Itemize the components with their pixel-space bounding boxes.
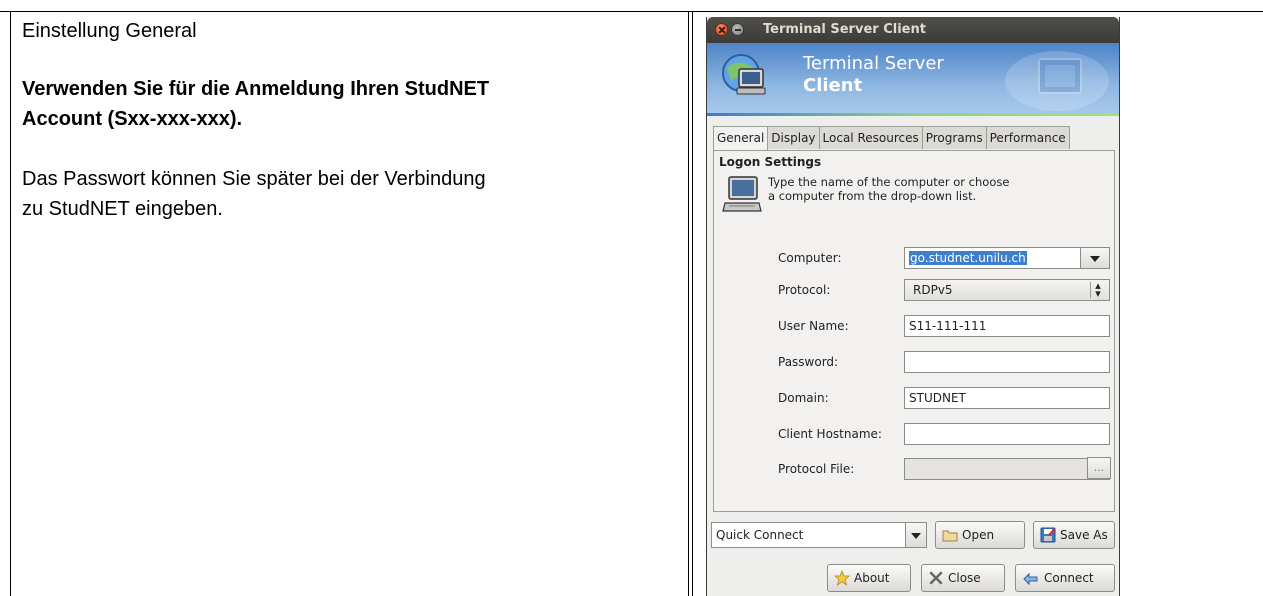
protocol-value: RDPv5 <box>913 283 953 297</box>
quick-connect-combobox[interactable]: Quick Connect <box>711 522 927 548</box>
save-as-button[interactable]: Save As <box>1033 521 1115 549</box>
general-tab-panel: Logon Settings Type the name of the comp… <box>713 150 1115 512</box>
username-input[interactable]: S11-111-111 <box>904 315 1110 337</box>
banner-computer-watermark-icon <box>1005 51 1109 111</box>
table-border-top <box>0 11 1263 12</box>
terminal-server-client-window: Terminal Server Client Terminal Server C… <box>706 17 1120 596</box>
minimize-icon[interactable] <box>731 23 744 36</box>
tab-general[interactable]: General <box>713 126 769 151</box>
banner-title-line2: Client <box>803 75 863 96</box>
domain-input[interactable]: STUDNET <box>904 387 1110 409</box>
tab-performance[interactable]: Performance <box>985 126 1070 149</box>
window-titlebar[interactable]: Terminal Server Client <box>707 17 1119 43</box>
instruction-text-line2: zu StudNET eingeben. <box>22 198 223 220</box>
client-hostname-label: Client Hostname: <box>778 427 882 441</box>
username-label: User Name: <box>778 319 849 333</box>
banner-separator <box>707 113 1119 116</box>
quick-connect-value: Quick Connect <box>716 528 804 542</box>
chevron-down-icon <box>911 533 921 539</box>
quick-connect-dropdown-button[interactable] <box>905 522 927 548</box>
protocol-file-input[interactable] <box>904 458 1110 480</box>
instruction-text-line1: Das Passwort können Sie später bei der V… <box>22 168 486 190</box>
connect-button-label: Connect <box>1044 571 1094 585</box>
instruction-bold-line1: Verwenden Sie für die Anmeldung Ihren St… <box>22 78 490 100</box>
chevron-down-icon <box>1090 256 1100 262</box>
window-title: Terminal Server Client <box>763 22 926 37</box>
info-text-line2: a computer from the drop-down list. <box>768 189 977 203</box>
close-button[interactable]: Close <box>921 564 1005 592</box>
computer-label: Computer: <box>778 251 842 265</box>
computer-combobox[interactable]: go.studnet.unilu.ch <box>904 247 1110 269</box>
instruction-bold: Verwenden Sie für die Anmeldung Ihren St… <box>22 74 682 134</box>
close-icon[interactable] <box>715 23 728 36</box>
instruction-cell: Einstellung General Verwenden Sie für di… <box>22 18 682 224</box>
save-icon <box>1040 527 1056 543</box>
table-border-left <box>10 11 11 596</box>
close-x-icon <box>929 571 943 585</box>
table-divider <box>688 11 689 596</box>
connect-icon <box>1023 572 1038 586</box>
close-button-label: Close <box>948 571 981 585</box>
protocol-file-label: Protocol File: <box>778 462 855 476</box>
password-label: Password: <box>778 355 839 369</box>
connect-button[interactable]: Connect <box>1015 564 1115 592</box>
banner-logo-icon <box>722 54 766 95</box>
protocol-select[interactable]: RDPv5 ▴ ▾ <box>904 279 1110 301</box>
tab-bar: General Display Local Resources Programs… <box>713 126 1070 151</box>
password-input[interactable] <box>904 351 1110 373</box>
banner-title-line1: Terminal Server <box>803 53 944 74</box>
save-as-button-label: Save As <box>1060 528 1108 542</box>
tab-display[interactable]: Display <box>767 126 820 149</box>
instruction-bold-line2: Account (Sxx-xxx-xxx). <box>22 108 243 130</box>
computer-value[interactable]: go.studnet.unilu.ch <box>909 251 1027 265</box>
protocol-file-browse-button[interactable]: ... <box>1087 457 1111 479</box>
section-heading: Einstellung General <box>22 20 197 42</box>
instruction-text: Das Passwort können Sie später bei der V… <box>22 164 682 224</box>
about-button[interactable]: About <box>827 564 911 592</box>
open-button[interactable]: Open <box>935 521 1025 549</box>
tab-programs[interactable]: Programs <box>921 126 987 149</box>
info-text-line1: Type the name of the computer or choose <box>768 175 1010 189</box>
client-hostname-input[interactable] <box>904 423 1110 445</box>
tab-local-resources[interactable]: Local Resources <box>818 126 923 149</box>
computer-icon <box>722 176 762 212</box>
protocol-label: Protocol: <box>778 283 831 297</box>
star-icon <box>834 570 850 586</box>
computer-dropdown-button[interactable] <box>1080 247 1110 269</box>
table-divider-inner <box>692 11 693 596</box>
open-button-label: Open <box>962 528 995 542</box>
about-button-label: About <box>854 571 890 585</box>
folder-icon <box>942 530 958 542</box>
spin-arrows-icon: ▴ ▾ <box>1090 280 1105 299</box>
logon-settings-title: Logon Settings <box>719 155 822 169</box>
domain-label: Domain: <box>778 391 829 405</box>
